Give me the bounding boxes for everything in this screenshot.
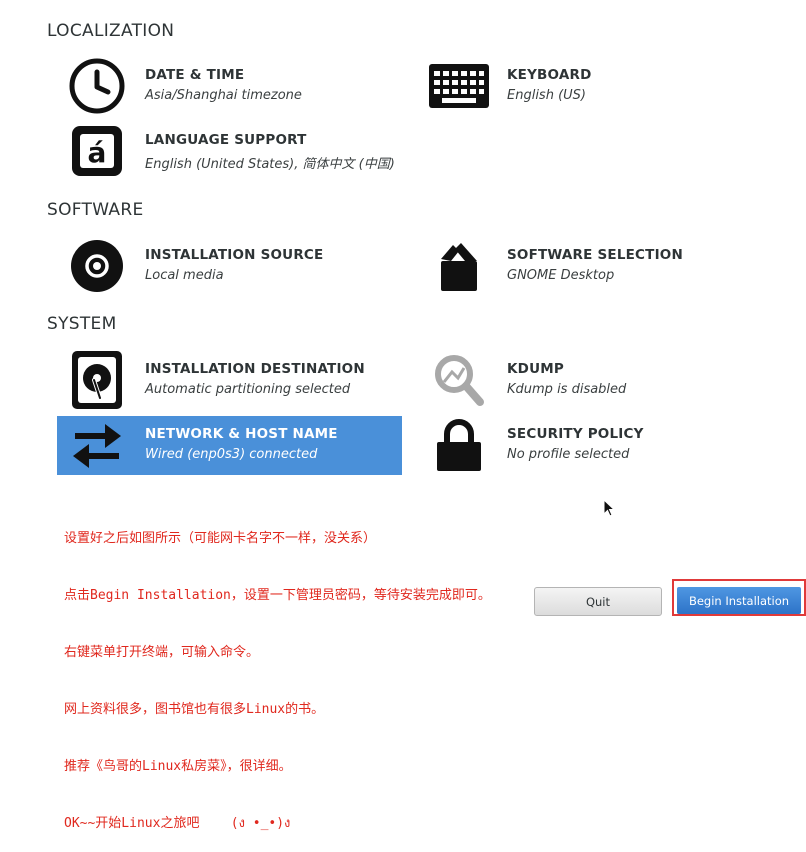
installation-destination-title: INSTALLATION DESTINATION (145, 361, 365, 377)
software-selection-title: SOFTWARE SELECTION (507, 247, 683, 263)
spoke-kdump[interactable]: KDUMP Kdump is disabled (419, 351, 764, 409)
spoke-keyboard[interactable]: KEYBOARD English (US) (419, 57, 764, 115)
language-icon: á (57, 122, 137, 180)
spoke-software-selection[interactable]: SOFTWARE SELECTION GNOME Desktop (419, 237, 764, 295)
spoke-installation-source[interactable]: INSTALLATION SOURCE Local media (57, 237, 402, 295)
begin-installation-button[interactable]: Begin Installation (677, 587, 801, 614)
svg-text:á: á (88, 136, 107, 169)
keyboard-title: KEYBOARD (507, 67, 592, 83)
kdump-status: Kdump is disabled (507, 382, 627, 397)
keyboard-status: English (US) (507, 88, 586, 103)
package-icon (419, 237, 499, 295)
date-time-status: Asia/Shanghai timezone (145, 88, 302, 103)
note-line: 设置好之后如图所示（可能网卡名字不一样，没关系） (64, 531, 377, 546)
software-selection-status: GNOME Desktop (507, 268, 615, 283)
disc-icon (57, 237, 137, 295)
note-line: 右键菜单打开终端，可输入命令。 (64, 645, 260, 660)
padlock-icon (419, 416, 499, 474)
spoke-security-policy[interactable]: SECURITY POLICY No profile selected (419, 416, 764, 474)
date-time-title: DATE & TIME (145, 67, 245, 83)
installation-source-title: INSTALLATION SOURCE (145, 247, 324, 263)
spoke-date-time[interactable]: DATE & TIME Asia/Shanghai timezone (57, 57, 402, 115)
note-line: 推荐《鸟哥的Linux私房菜》，很详细。 (64, 759, 292, 774)
network-host-name-title: NETWORK & HOST NAME (145, 426, 338, 442)
installation-destination-status: Automatic partitioning selected (145, 382, 351, 397)
section-system: SYSTEM (47, 314, 117, 334)
network-host-name-status: Wired (enp0s3) connected (145, 447, 318, 462)
spoke-network-host-name[interactable]: NETWORK & HOST NAME Wired (enp0s3) conne… (57, 416, 402, 475)
installation-source-status: Local media (145, 268, 224, 283)
clock-icon (57, 57, 137, 115)
mouse-cursor-icon (603, 498, 616, 521)
begin-installation-button-highlight[interactable]: Begin Installation (672, 579, 806, 616)
annotation-note: 设置好之后如图所示（可能网卡名字不一样，没关系） 点击Begin Install… (64, 491, 491, 852)
note-line: 点击Begin Installation，设置一下管理员密码，等待安装完成即可。 (64, 588, 491, 603)
note-line: OK~~开始Linux之旅吧 (ง •_•)ง (64, 816, 291, 831)
kdump-title: KDUMP (507, 361, 564, 377)
network-arrows-icon (57, 416, 137, 474)
note-line: 网上资料很多，图书馆也有很多Linux的书。 (64, 702, 325, 717)
security-policy-status: No profile selected (507, 447, 630, 462)
security-policy-title: SECURITY POLICY (507, 426, 644, 442)
section-localization: LOCALIZATION (47, 21, 175, 41)
language-support-status: English (United States), 简体中文 (中国) (145, 157, 395, 172)
quit-button[interactable]: Quit (534, 587, 662, 616)
keyboard-icon (419, 57, 499, 115)
spoke-language-support[interactable]: á LANGUAGE SUPPORT English (United State… (57, 122, 402, 180)
language-support-title: LANGUAGE SUPPORT (145, 132, 307, 148)
section-software: SOFTWARE (47, 200, 144, 220)
magnifier-icon (419, 351, 499, 409)
harddisk-icon (57, 351, 137, 409)
spoke-installation-destination[interactable]: INSTALLATION DESTINATION Automatic parti… (57, 351, 402, 409)
